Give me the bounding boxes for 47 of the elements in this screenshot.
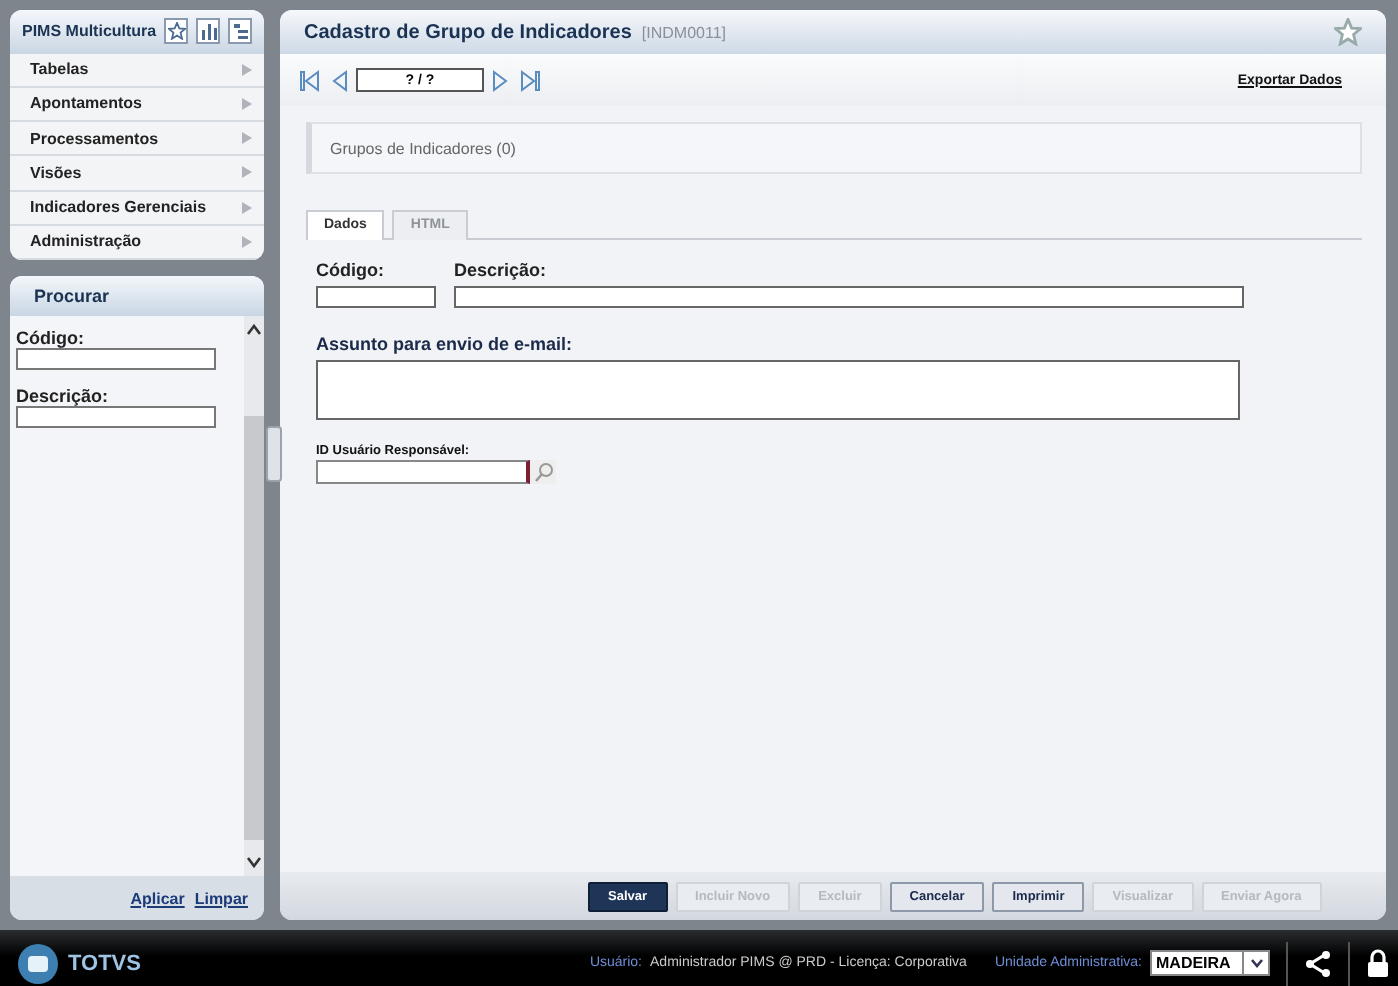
collapse-handle[interactable] <box>266 426 282 482</box>
scrollbar-thumb[interactable] <box>244 416 264 840</box>
link[interactable]: Aplicar <box>130 889 185 907</box>
previous-icon[interactable] <box>328 69 348 91</box>
field-label: Descrição: <box>454 260 549 280</box>
menu-item[interactable]: Processamentos <box>10 122 264 157</box>
link[interactable]: Limpar <box>194 889 248 907</box>
menu-item[interactable]: Indicadores Gerenciais <box>10 191 264 226</box>
lock-icon[interactable] <box>1366 948 1390 978</box>
unit-dropdown[interactable]: MADEIRA <box>1150 950 1270 976</box>
logo-icon <box>16 941 60 985</box>
last-record-icon[interactable] <box>520 69 540 91</box>
field-label: Assunto para envio de e-mail: <box>316 334 575 354</box>
menu-item[interactable]: Apontamentos <box>10 87 264 123</box>
chevron-right-icon <box>242 235 252 248</box>
text-area[interactable] <box>316 360 1240 420</box>
first-record-icon[interactable] <box>300 69 320 91</box>
star-icon[interactable] <box>1334 18 1362 46</box>
input-field[interactable] <box>16 348 216 370</box>
group-header: Grupos de Indicadores (0) <box>306 122 1362 174</box>
menu-item[interactable]: Administração <box>10 225 264 260</box>
chevron-right-icon <box>242 63 252 76</box>
chevron-right-icon <box>242 166 252 179</box>
input-field[interactable] <box>316 286 436 308</box>
chevron-right-icon <box>242 132 252 145</box>
field-label: Código: <box>316 260 386 280</box>
share-icon[interactable] <box>1304 949 1332 977</box>
menu-item[interactable]: Tabelas <box>10 53 264 88</box>
app-title: PIMS Multicultura <box>22 22 157 41</box>
brand-name: TOTVS <box>68 951 141 975</box>
field-label: Descrição: <box>16 386 111 406</box>
scroll-down-icon[interactable] <box>246 856 262 868</box>
input-field[interactable] <box>16 406 216 428</box>
field-label: Código: <box>16 328 86 348</box>
star-icon[interactable] <box>164 18 189 45</box>
window-title: Cadastro de Grupo de Indicadores <box>304 21 632 43</box>
chevron-right-icon <box>242 201 252 214</box>
list-icon[interactable] <box>228 18 252 45</box>
input-field[interactable] <box>316 460 530 484</box>
panel-title: Procurar <box>10 276 264 316</box>
screen-code: [INDM0011] <box>641 23 729 41</box>
menu-item[interactable]: Visões <box>10 156 264 192</box>
chevron-right-icon <box>242 97 252 110</box>
bar-chart-icon[interactable] <box>196 18 221 45</box>
scroll-up-icon[interactable] <box>246 324 262 336</box>
input-field[interactable] <box>454 286 1244 308</box>
next-icon[interactable] <box>492 69 512 91</box>
